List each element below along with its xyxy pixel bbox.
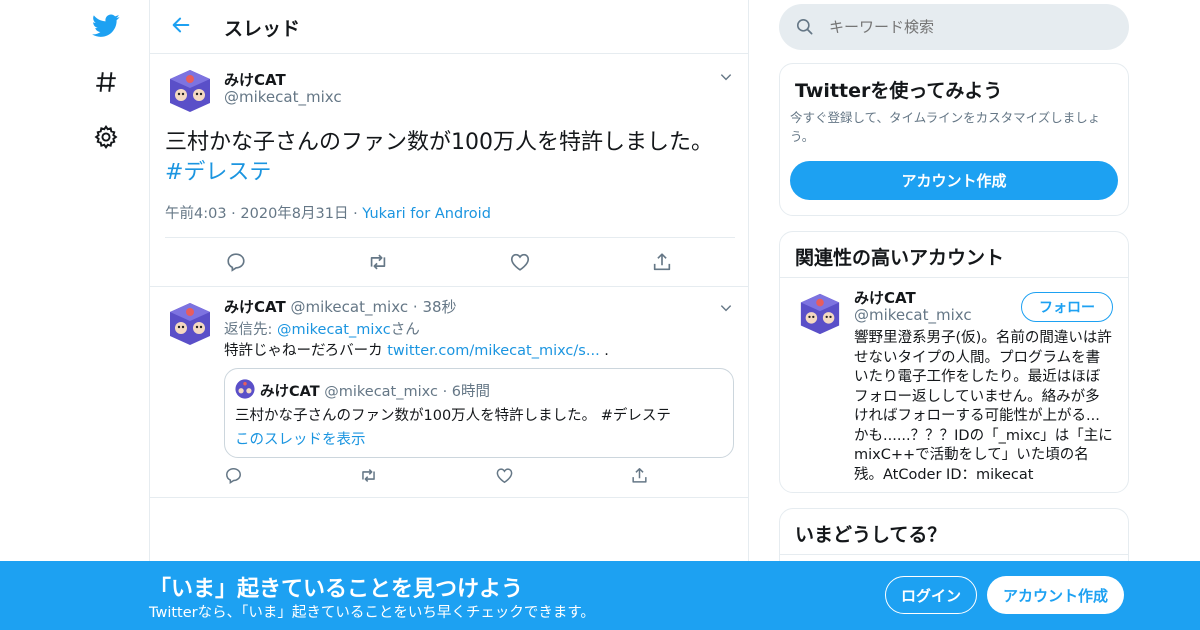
hashtag-icon[interactable] — [92, 68, 120, 96]
author-handle[interactable]: @mikecat_mixc — [290, 298, 408, 316]
tweet-source[interactable]: Yukari for Android — [362, 206, 491, 222]
reply-to-line: 返信先: @mikecat_mixcさん — [224, 322, 420, 338]
back-arrow-icon[interactable] — [170, 14, 194, 38]
reply-tweet[interactable]: みけCAT @mikecat_mixc · 38秒 返信先: @mikecat_… — [150, 287, 748, 498]
retweet-icon[interactable] — [359, 466, 381, 488]
reply-header: みけCAT @mikecat_mixc · 38秒 — [224, 298, 457, 316]
tweet-time[interactable]: 午前4:03 — [165, 206, 227, 222]
card-title: Twitterを使ってみよう — [795, 80, 1003, 102]
signup-banner: 「いま」起きていることを見つけよう Twitterなら、「いま」起きていることを… — [0, 561, 1200, 630]
avatar[interactable] — [167, 68, 213, 114]
chevron-down-icon[interactable] — [719, 300, 735, 316]
follow-button[interactable]: フォロー — [1021, 292, 1113, 322]
chevron-down-icon[interactable] — [719, 69, 735, 85]
right-sidebar: Twitterを使ってみよう 今すぐ登録して、タイムラインをカスタマイズしましょ… — [779, 0, 1129, 630]
signup-card: Twitterを使ってみよう 今すぐ登録して、タイムラインをカスタマイズしましょ… — [779, 63, 1129, 216]
search-icon — [795, 17, 815, 37]
retweet-icon[interactable] — [367, 251, 389, 273]
tweet-link[interactable]: twitter.com/mikecat_mixc/s... — [387, 343, 599, 359]
tweet-text: 三村かな子さんのファン数が100万人を特許しました。 #デレステ — [165, 130, 713, 185]
avatar — [235, 379, 255, 399]
twitter-bird-icon[interactable] — [92, 12, 120, 40]
card-description: 今すぐ登録して、タイムラインをカスタマイズしましょう。 — [790, 110, 1101, 144]
quote-text: 三村かな子さんのファン数が100万人を特許しました。 #デレステ — [235, 408, 671, 424]
tweet-date[interactable]: 2020年8月31日 — [240, 206, 348, 222]
reply-to-handle[interactable]: @mikecat_mixc — [277, 322, 391, 338]
banner-subtitle: Twitterなら、「いま」起きていることをいち早くチェックできます。 — [149, 605, 595, 621]
header: スレッド — [150, 0, 748, 54]
tweet-age[interactable]: 38秒 — [422, 298, 456, 316]
author-name[interactable]: みけCAT — [224, 69, 286, 90]
create-account-button[interactable]: アカウント作成 — [790, 161, 1118, 200]
tweet-meta: 午前4:03 · 2020年8月31日 · Yukari for Android — [165, 206, 491, 222]
gear-icon[interactable] — [92, 123, 120, 151]
main-column: スレッド みけCAT @mikecat_mixc 三村かな子さんのファン数が10… — [149, 0, 749, 630]
left-nav — [80, 0, 150, 630]
reply-icon[interactable] — [225, 251, 247, 273]
account-handle[interactable]: @mikecat_mixc — [854, 306, 972, 324]
show-thread-link[interactable]: このスレッドを表示 — [235, 428, 366, 449]
quote-header: みけCAT @mikecat_mixc · 6時間 — [260, 384, 491, 400]
author-name[interactable]: みけCAT — [224, 298, 286, 316]
avatar[interactable] — [167, 301, 213, 347]
related-accounts-card: 関連性の高いアカウント みけCAT @mikecat_mixc フォロー 響野里… — [779, 231, 1129, 493]
reply-text: 特許じゃねーだろバーカ twitter.com/mikecat_mixc/s..… — [224, 343, 609, 359]
reply-icon[interactable] — [224, 466, 246, 488]
hashtag-link[interactable]: #デレステ — [165, 160, 271, 185]
page-title: スレッド — [224, 18, 301, 40]
card-title: いまどうしてる？ — [795, 524, 947, 546]
login-button[interactable]: ログイン — [885, 576, 977, 614]
banner-title: 「いま」起きていることを見つけよう — [149, 577, 524, 602]
like-icon[interactable] — [509, 251, 531, 273]
search-box[interactable] — [779, 4, 1129, 50]
quoted-tweet[interactable]: みけCAT @mikecat_mixc · 6時間 三村かな子さんのファン数が1… — [224, 368, 734, 458]
share-icon[interactable] — [651, 251, 673, 273]
card-title: 関連性の高いアカウント — [795, 247, 1005, 269]
tweet-actions — [165, 238, 725, 286]
search-input[interactable] — [829, 12, 1109, 42]
avatar[interactable] — [798, 292, 842, 336]
divider — [780, 554, 1128, 555]
signup-button[interactable]: アカウント作成 — [987, 576, 1124, 614]
account-name[interactable]: みけCAT — [854, 287, 916, 308]
like-icon[interactable] — [495, 466, 517, 488]
tweet-actions — [224, 466, 654, 488]
divider — [780, 277, 1128, 278]
account-bio: 響野里澄系男子(仮)。名前の間違いは許せないタイプの人間。プログラムを書いたり電… — [854, 330, 1113, 483]
share-icon[interactable] — [630, 466, 652, 488]
author-handle[interactable]: @mikecat_mixc — [224, 88, 342, 106]
